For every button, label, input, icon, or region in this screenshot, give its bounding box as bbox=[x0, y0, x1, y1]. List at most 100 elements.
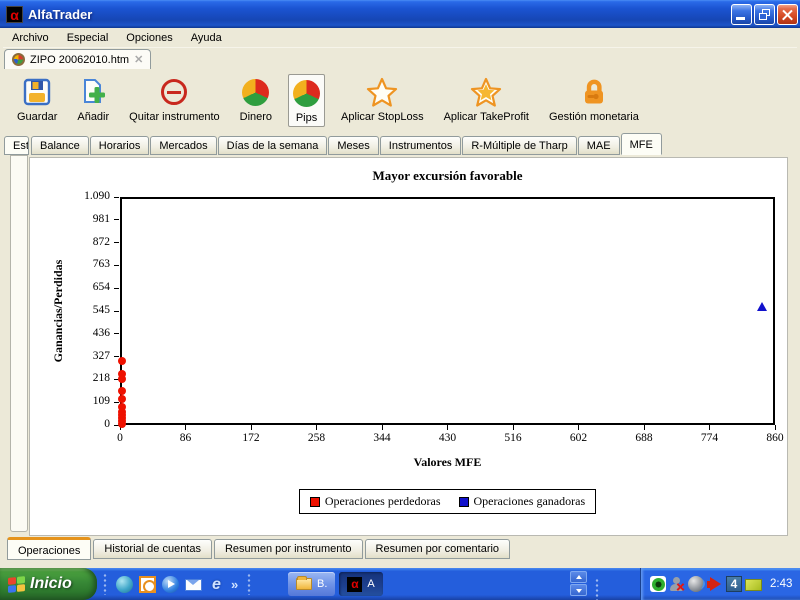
data-point-operaciones-ganadoras bbox=[757, 302, 767, 311]
tab-mercados[interactable]: Mercados bbox=[150, 136, 216, 155]
tab-operaciones[interactable]: Operaciones bbox=[7, 537, 91, 560]
grip-handle[interactable] bbox=[247, 573, 251, 595]
save-floppy-icon bbox=[22, 76, 52, 108]
x-tick-label: 430 bbox=[426, 432, 470, 444]
tab-resumen-por-instrumento[interactable]: Resumen por instrumento bbox=[214, 539, 363, 559]
document-tab-label: ZIPO 20062010.htm bbox=[30, 54, 129, 66]
legend-item-operaciones-ganadoras: Operaciones ganadoras bbox=[459, 494, 586, 509]
taskbar: Inicio e » B. α A bbox=[0, 568, 800, 600]
data-point-operaciones-perdedoras bbox=[118, 420, 126, 428]
menu-ayuda[interactable]: Ayuda bbox=[182, 30, 231, 46]
tab-r-multiple-de-tharp[interactable]: R-Múltiple de Tharp bbox=[462, 136, 576, 155]
x-tick-label: 86 bbox=[164, 432, 208, 444]
graphics-card-icon[interactable] bbox=[745, 579, 762, 591]
data-point-operaciones-perdedoras bbox=[118, 387, 126, 395]
folder-icon bbox=[296, 578, 312, 590]
taskbar-scroll bbox=[570, 571, 587, 596]
menu-bar: Archivo Especial Opciones Ayuda bbox=[3, 28, 797, 48]
anadir-button[interactable]: Añadir bbox=[73, 74, 113, 125]
bottom-tab-bar: OperacionesHistorial de cuentasResumen p… bbox=[3, 537, 797, 560]
legend-swatch bbox=[310, 497, 320, 507]
restore-button[interactable] bbox=[754, 4, 775, 25]
x-tick-label: 688 bbox=[622, 432, 666, 444]
menu-especial[interactable]: Especial bbox=[58, 30, 118, 46]
mail-icon[interactable] bbox=[185, 579, 202, 591]
tab-resumen-por-comentario[interactable]: Resumen por comentario bbox=[365, 539, 511, 559]
start-button[interactable]: Inicio bbox=[0, 568, 97, 600]
remove-circle-icon bbox=[161, 76, 187, 108]
x-tick-label: 0 bbox=[98, 432, 142, 444]
document-tab-close-icon[interactable]: ✕ bbox=[134, 53, 143, 66]
scroll-down-button[interactable] bbox=[570, 584, 587, 596]
side-panel-strip bbox=[10, 155, 28, 532]
padlock-icon bbox=[579, 76, 609, 108]
alfatrader-icon: α bbox=[347, 577, 362, 592]
quicklaunch-overflow-chevron[interactable]: » bbox=[231, 577, 238, 592]
tab-est[interactable]: Est bbox=[4, 136, 29, 155]
legend-item-operaciones-perdedoras: Operaciones perdedoras bbox=[310, 494, 441, 509]
star-filled-icon bbox=[470, 76, 502, 108]
star-outline-icon bbox=[366, 76, 398, 108]
title-bar: α AlfaTrader bbox=[0, 0, 800, 28]
y-tick-label: 327 bbox=[58, 350, 110, 362]
taskbar-buttons: B. α A bbox=[288, 572, 383, 596]
scroll-up-button[interactable] bbox=[570, 571, 587, 583]
x-tick bbox=[185, 425, 186, 430]
guardar-button[interactable]: Guardar bbox=[13, 74, 61, 125]
x-tick-label: 860 bbox=[753, 432, 797, 444]
document-tab[interactable]: ZIPO 20062010.htm ✕ bbox=[4, 49, 151, 69]
grip-handle[interactable] bbox=[595, 578, 599, 600]
tab-dias-de-la-semana[interactable]: Días de la semana bbox=[218, 136, 328, 155]
tab-mfe[interactable]: MFE bbox=[621, 133, 662, 155]
x-tick bbox=[382, 425, 383, 430]
chart-title: Mayor excursión favorable bbox=[120, 168, 775, 184]
antivirus-eye-icon[interactable] bbox=[650, 576, 666, 592]
chart-panel: Mayor excursión favorable Ganancias/Perd… bbox=[29, 157, 788, 536]
dinero-button[interactable]: Dinero bbox=[236, 74, 276, 125]
speaker-orb-icon[interactable] bbox=[688, 576, 704, 592]
grip-handle[interactable] bbox=[103, 573, 107, 595]
y-tick bbox=[114, 288, 119, 289]
clock-launcher-icon[interactable] bbox=[139, 576, 156, 593]
tab-horarios[interactable]: Horarios bbox=[90, 136, 150, 155]
menu-archivo[interactable]: Archivo bbox=[3, 30, 58, 46]
taskbar-clock: 2:43 bbox=[770, 578, 792, 590]
x-tick bbox=[644, 425, 645, 430]
offline-user-icon[interactable] bbox=[669, 576, 685, 592]
pips-button[interactable]: Pips bbox=[288, 74, 325, 127]
y-tick bbox=[114, 311, 119, 312]
document-tab-row: ZIPO 20062010.htm ✕ bbox=[3, 48, 797, 69]
windows-flag-icon bbox=[8, 576, 25, 593]
minimize-button[interactable] bbox=[731, 4, 752, 25]
y-tick-label: 0 bbox=[58, 418, 110, 430]
x-tick-label: 774 bbox=[688, 432, 732, 444]
quitar-instrumento-button[interactable]: Quitar instrumento bbox=[125, 74, 223, 125]
sphere-icon[interactable] bbox=[116, 576, 133, 593]
y-tick-label: 763 bbox=[58, 258, 110, 270]
app-logo-icon: α bbox=[6, 6, 23, 23]
toolbar: Guardar Añadir Quitar instrumento Dinero… bbox=[3, 69, 797, 133]
media-player-icon[interactable] bbox=[162, 576, 179, 593]
menu-opciones[interactable]: Opciones bbox=[117, 30, 181, 46]
aplicar-takeprofit-button[interactable]: Aplicar TakeProfit bbox=[440, 74, 533, 125]
tab-balance[interactable]: Balance bbox=[31, 136, 89, 155]
gestion-monetaria-button[interactable]: Gestión monetaria bbox=[545, 74, 643, 125]
aplicar-stoploss-button[interactable]: Aplicar StopLoss bbox=[337, 74, 428, 125]
y-tick bbox=[114, 219, 119, 220]
numbered-4-icon[interactable]: 4 bbox=[726, 576, 742, 592]
x-tick-label: 258 bbox=[295, 432, 339, 444]
internet-explorer-icon[interactable]: e bbox=[208, 576, 225, 593]
y-tick bbox=[114, 356, 119, 357]
tab-meses[interactable]: Meses bbox=[328, 136, 378, 155]
tab-mae[interactable]: MAE bbox=[578, 136, 620, 155]
x-tick-label: 602 bbox=[557, 432, 601, 444]
tab-instrumentos[interactable]: Instrumentos bbox=[380, 136, 462, 155]
tab-historial-de-cuentas[interactable]: Historial de cuentas bbox=[93, 539, 212, 559]
data-point-operaciones-perdedoras bbox=[118, 375, 126, 383]
taskbar-button-b[interactable]: B. bbox=[288, 572, 335, 596]
y-tick bbox=[114, 242, 119, 243]
volume-horn-icon[interactable] bbox=[707, 576, 723, 592]
close-button[interactable] bbox=[777, 4, 798, 25]
taskbar-button-alfatrader[interactable]: α A bbox=[339, 572, 382, 596]
x-tick-label: 344 bbox=[360, 432, 404, 444]
